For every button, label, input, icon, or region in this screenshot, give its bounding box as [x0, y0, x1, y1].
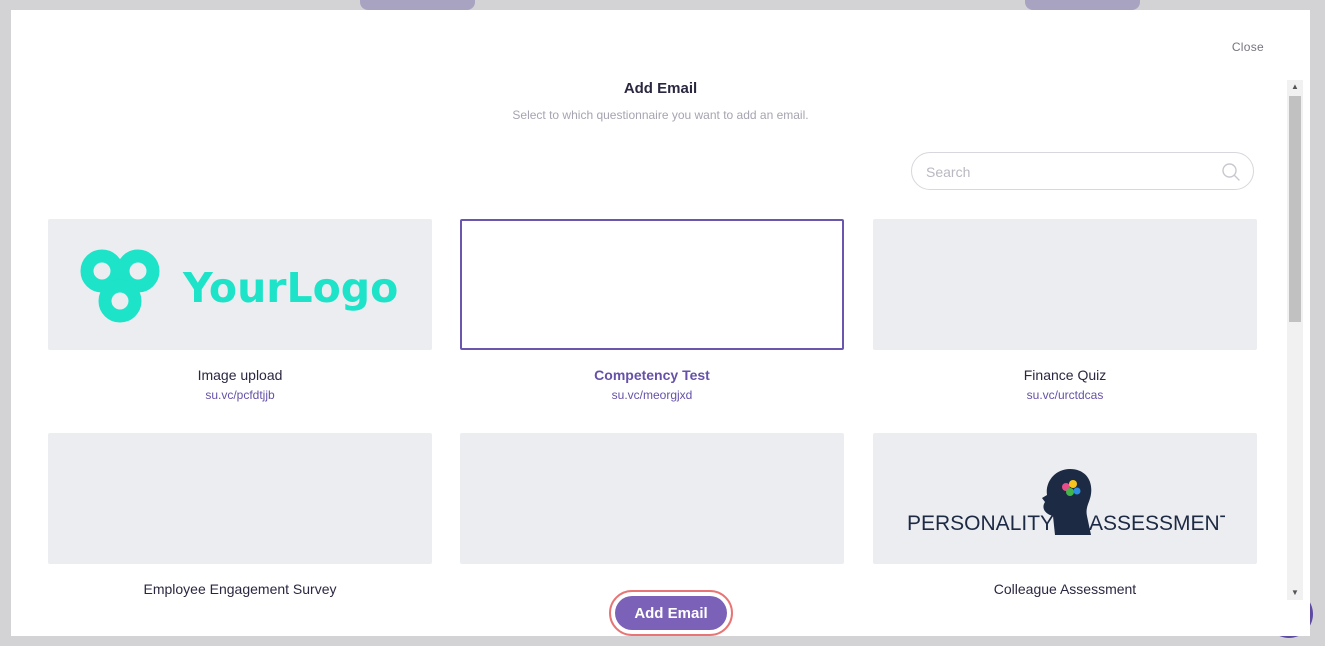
- add-email-modal: Close Add Email Select to which question…: [11, 10, 1310, 636]
- questionnaire-card[interactable]: Employee Engagement Survey: [48, 433, 432, 597]
- modal-subtitle: Select to which questionnaire you want t…: [512, 108, 809, 122]
- questionnaire-thumbnail: [460, 433, 844, 564]
- questionnaire-grid: YourLogo Image upload su.vc/pcfdtjjb Com…: [48, 219, 1257, 636]
- questionnaire-thumbnail: PERSONALITY ASSESSMENT: [873, 433, 1257, 564]
- modal-title: Add Email: [623, 80, 698, 97]
- questionnaire-card-selected[interactable]: Competency Test su.vc/meorgjxd: [460, 219, 844, 402]
- questionnaire-name: Employee Engagement Survey: [143, 581, 337, 597]
- questionnaire-name: Colleague Assessment: [993, 581, 1137, 597]
- questionnaire-thumbnail: [873, 219, 1257, 350]
- svg-text:YourLogo: YourLogo: [182, 264, 398, 312]
- scrollbar-thumb[interactable]: [1289, 96, 1301, 322]
- questionnaire-link[interactable]: su.vc/meorgjxd: [460, 388, 844, 402]
- questionnaire-name: Image upload: [197, 367, 283, 383]
- scroll-up-arrow-icon[interactable]: ▲: [1287, 80, 1303, 94]
- svg-text:PERSONALITY: PERSONALITY: [907, 512, 1054, 535]
- search-box: [911, 152, 1254, 191]
- questionnaire-name: Finance Quiz: [1023, 367, 1107, 383]
- questionnaire-thumbnail: [460, 219, 844, 350]
- vertical-scrollbar[interactable]: ▲ ▼: [1287, 80, 1303, 600]
- questionnaire-card[interactable]: Finance Quiz su.vc/urctdcas: [873, 219, 1257, 402]
- questionnaire-card[interactable]: [460, 433, 844, 581]
- questionnaire-name: Competency Test: [594, 367, 710, 383]
- add-email-highlight: Add Email: [609, 590, 733, 636]
- yourlogo-image: YourLogo: [80, 249, 398, 322]
- close-button[interactable]: Close: [1232, 40, 1264, 54]
- questionnaire-thumbnail: YourLogo: [48, 219, 432, 350]
- questionnaire-card[interactable]: PERSONALITY ASSESSMENT Colleague Assessm…: [873, 433, 1257, 597]
- questionnaire-thumbnail: [48, 433, 432, 564]
- search-input[interactable]: [924, 153, 1218, 191]
- personality-assessment-image: PERSONALITY ASSESSMENT: [907, 468, 1225, 535]
- add-email-button[interactable]: Add Email: [615, 596, 727, 630]
- background-tab: [360, 0, 475, 10]
- questionnaire-link[interactable]: su.vc/urctdcas: [873, 388, 1257, 402]
- search-icon[interactable]: [1221, 162, 1241, 182]
- background-tab: [1025, 0, 1140, 10]
- scroll-down-arrow-icon[interactable]: ▼: [1287, 586, 1303, 600]
- questionnaire-link[interactable]: su.vc/pcfdtjjb: [48, 388, 432, 402]
- questionnaire-card[interactable]: YourLogo Image upload su.vc/pcfdtjjb: [48, 219, 432, 402]
- svg-text:ASSESSMENT: ASSESSMENT: [1089, 512, 1225, 535]
